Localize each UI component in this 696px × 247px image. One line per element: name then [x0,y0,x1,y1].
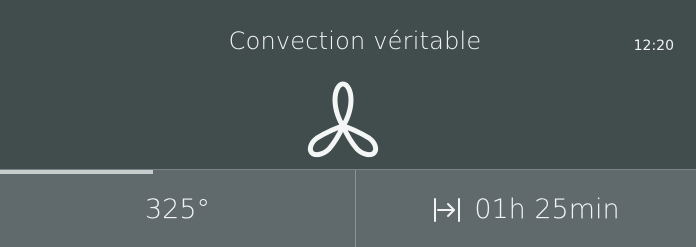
oven-display: Convection véritable 12:20 325° 01h 25mi… [0,0,696,247]
clock: 12:20 [633,38,674,54]
fan-icon[interactable] [306,80,380,158]
cook-time-button[interactable]: 01h 25min [356,170,696,247]
cook-time-icon [434,198,461,222]
cooking-mode-title[interactable]: Convection véritable [0,27,696,55]
control-bar: 325° 01h 25min [0,169,696,247]
cook-time-value: 01h 25min [474,193,620,225]
temperature-button[interactable]: 325° [0,170,355,247]
temperature-value: 325° [144,193,211,225]
